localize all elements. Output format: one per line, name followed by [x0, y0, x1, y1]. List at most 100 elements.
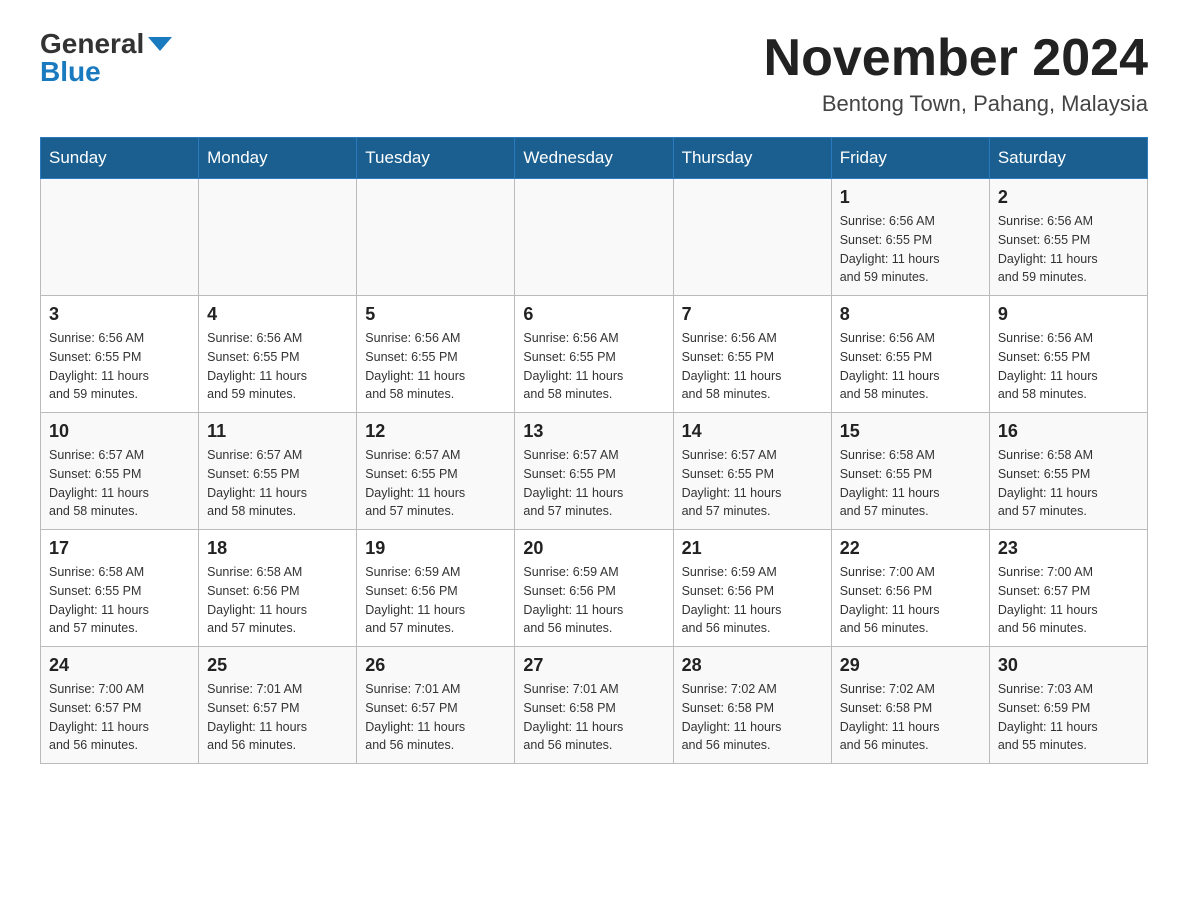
calendar-cell [357, 179, 515, 296]
calendar-cell: 2Sunrise: 6:56 AMSunset: 6:55 PMDaylight… [989, 179, 1147, 296]
calendar-cell [515, 179, 673, 296]
calendar-cell: 14 Sunrise: 6:57 AMSunset: 6:55 PMDayligh… [673, 413, 831, 530]
calendar-cell: 3Sunrise: 6:56 AMSunset: 6:55 PMDaylight… [41, 296, 199, 413]
day-number: 1 [840, 187, 981, 208]
calendar-cell: 30 Sunrise: 7:03 AMSunset: 6:59 PMDayligh… [989, 647, 1147, 764]
calendar-cell: 5 Sunrise: 6:56 AMSunset: 6:55 PMDaylight… [357, 296, 515, 413]
weekday-header-saturday: Saturday [989, 138, 1147, 179]
calendar-cell: 25 Sunrise: 7:01 AMSunset: 6:57 PMDayligh… [199, 647, 357, 764]
calendar-cell [199, 179, 357, 296]
day-number: 27 [523, 655, 664, 676]
day-number: 7 [682, 304, 823, 325]
calendar-cell: 16Sunrise: 6:58 AMSunset: 6:55 PMDayligh… [989, 413, 1147, 530]
weekday-header-wednesday: Wednesday [515, 138, 673, 179]
calendar-cell: 27Sunrise: 7:01 AMSunset: 6:58 PMDayligh… [515, 647, 673, 764]
weekday-header-tuesday: Tuesday [357, 138, 515, 179]
calendar-cell: 29 Sunrise: 7:02 AMSunset: 6:58 PMDayligh… [831, 647, 989, 764]
day-number: 17 [49, 538, 190, 559]
weekday-header-sunday: Sunday [41, 138, 199, 179]
calendar-cell: 28 Sunrise: 7:02 AMSunset: 6:58 PMDayligh… [673, 647, 831, 764]
calendar-cell: 20Sunrise: 6:59 AMSunset: 6:56 PMDayligh… [515, 530, 673, 647]
day-info: Sunrise: 6:56 AMSunset: 6:55 PMDaylight:… [365, 329, 506, 404]
day-info: Sunrise: 6:59 AMSunset: 6:56 PMDaylight:… [365, 563, 506, 638]
calendar-table: SundayMondayTuesdayWednesdayThursdayFrid… [40, 137, 1148, 764]
day-info: Sunrise: 6:56 AMSunset: 6:55 PMDaylight:… [523, 329, 664, 404]
day-info: Sunrise: 6:57 AMSunset: 6:55 PMDaylight:… [207, 446, 348, 521]
location-subtitle: Bentong Town, Pahang, Malaysia [764, 91, 1148, 117]
logo-general-text: General [40, 30, 144, 58]
calendar-cell: 13 Sunrise: 6:57 AMSunset: 6:55 PMDayligh… [515, 413, 673, 530]
day-number: 26 [365, 655, 506, 676]
day-info: Sunrise: 6:57 AMSunset: 6:55 PMDaylight:… [49, 446, 190, 521]
logo-blue-text: Blue [40, 58, 101, 86]
calendar-cell: 9 Sunrise: 6:56 AMSunset: 6:55 PMDaylight… [989, 296, 1147, 413]
day-info: Sunrise: 7:03 AMSunset: 6:59 PMDaylight:… [998, 680, 1139, 755]
day-number: 24 [49, 655, 190, 676]
calendar-cell: 17 Sunrise: 6:58 AMSunset: 6:55 PMDayligh… [41, 530, 199, 647]
day-number: 16 [998, 421, 1139, 442]
day-info: Sunrise: 7:01 AMSunset: 6:57 PMDaylight:… [365, 680, 506, 755]
day-number: 12 [365, 421, 506, 442]
day-number: 28 [682, 655, 823, 676]
day-number: 29 [840, 655, 981, 676]
day-info: Sunrise: 6:58 AMSunset: 6:55 PMDaylight:… [49, 563, 190, 638]
day-number: 21 [682, 538, 823, 559]
day-info: Sunrise: 6:56 AMSunset: 6:55 PMDaylight:… [840, 212, 981, 287]
day-info: Sunrise: 6:56 AMSunset: 6:55 PMDaylight:… [998, 212, 1139, 287]
day-info: Sunrise: 7:00 AMSunset: 6:56 PMDaylight:… [840, 563, 981, 638]
month-title: November 2024 [764, 30, 1148, 87]
calendar-cell: 7Sunrise: 6:56 AMSunset: 6:55 PMDaylight… [673, 296, 831, 413]
weekday-header-row: SundayMondayTuesdayWednesdayThursdayFrid… [41, 138, 1148, 179]
day-number: 9 [998, 304, 1139, 325]
calendar-cell: 24 Sunrise: 7:00 AMSunset: 6:57 PMDayligh… [41, 647, 199, 764]
calendar-cell: 23 Sunrise: 7:00 AMSunset: 6:57 PMDayligh… [989, 530, 1147, 647]
weekday-header-friday: Friday [831, 138, 989, 179]
day-number: 6 [523, 304, 664, 325]
day-number: 3 [49, 304, 190, 325]
day-number: 14 [682, 421, 823, 442]
calendar-week-row: 17 Sunrise: 6:58 AMSunset: 6:55 PMDayligh… [41, 530, 1148, 647]
calendar-cell: 4Sunrise: 6:56 AMSunset: 6:55 PMDaylight… [199, 296, 357, 413]
title-section: November 2024 Bentong Town, Pahang, Mala… [764, 30, 1148, 117]
day-info: Sunrise: 6:58 AMSunset: 6:56 PMDaylight:… [207, 563, 348, 638]
calendar-cell: 21Sunrise: 6:59 AMSunset: 6:56 PMDayligh… [673, 530, 831, 647]
day-info: Sunrise: 7:02 AMSunset: 6:58 PMDaylight:… [682, 680, 823, 755]
day-number: 8 [840, 304, 981, 325]
day-info: Sunrise: 6:56 AMSunset: 6:55 PMDaylight:… [840, 329, 981, 404]
day-number: 5 [365, 304, 506, 325]
day-info: Sunrise: 7:02 AMSunset: 6:58 PMDaylight:… [840, 680, 981, 755]
logo-arrow-icon [148, 37, 172, 51]
calendar-cell: 26 Sunrise: 7:01 AMSunset: 6:57 PMDayligh… [357, 647, 515, 764]
calendar-cell: 1 Sunrise: 6:56 AMSunset: 6:55 PMDaylight… [831, 179, 989, 296]
day-number: 19 [365, 538, 506, 559]
day-number: 23 [998, 538, 1139, 559]
day-number: 10 [49, 421, 190, 442]
day-number: 25 [207, 655, 348, 676]
day-info: Sunrise: 7:01 AMSunset: 6:57 PMDaylight:… [207, 680, 348, 755]
calendar-cell: 11 Sunrise: 6:57 AMSunset: 6:55 PMDayligh… [199, 413, 357, 530]
day-number: 30 [998, 655, 1139, 676]
day-number: 22 [840, 538, 981, 559]
day-info: Sunrise: 7:00 AMSunset: 6:57 PMDaylight:… [998, 563, 1139, 638]
calendar-week-row: 3 Sunrise: 6:56 AMSunset: 6:55 PMDaylight… [41, 296, 1148, 413]
calendar-cell: 6 Sunrise: 6:56 AMSunset: 6:55 PMDaylight… [515, 296, 673, 413]
calendar-cell: 19 Sunrise: 6:59 AMSunset: 6:56 PMDayligh… [357, 530, 515, 647]
calendar-cell [673, 179, 831, 296]
calendar-week-row: 24 Sunrise: 7:00 AMSunset: 6:57 PMDayligh… [41, 647, 1148, 764]
day-number: 11 [207, 421, 348, 442]
calendar-week-row: 10 Sunrise: 6:57 AMSunset: 6:55 PMDayligh… [41, 413, 1148, 530]
day-info: Sunrise: 6:57 AMSunset: 6:55 PMDaylight:… [523, 446, 664, 521]
calendar-cell [41, 179, 199, 296]
calendar-cell: 12Sunrise: 6:57 AMSunset: 6:55 PMDayligh… [357, 413, 515, 530]
day-info: Sunrise: 7:00 AMSunset: 6:57 PMDaylight:… [49, 680, 190, 755]
day-info: Sunrise: 6:56 AMSunset: 6:55 PMDaylight:… [207, 329, 348, 404]
weekday-header-monday: Monday [199, 138, 357, 179]
day-number: 18 [207, 538, 348, 559]
day-info: Sunrise: 6:57 AMSunset: 6:55 PMDaylight:… [682, 446, 823, 521]
day-info: Sunrise: 6:59 AMSunset: 6:56 PMDaylight:… [523, 563, 664, 638]
logo: General Blue [40, 30, 172, 86]
day-info: Sunrise: 6:56 AMSunset: 6:55 PMDaylight:… [998, 329, 1139, 404]
calendar-week-row: 1 Sunrise: 6:56 AMSunset: 6:55 PMDaylight… [41, 179, 1148, 296]
day-number: 13 [523, 421, 664, 442]
page-header: General Blue November 2024 Bentong Town,… [40, 30, 1148, 117]
